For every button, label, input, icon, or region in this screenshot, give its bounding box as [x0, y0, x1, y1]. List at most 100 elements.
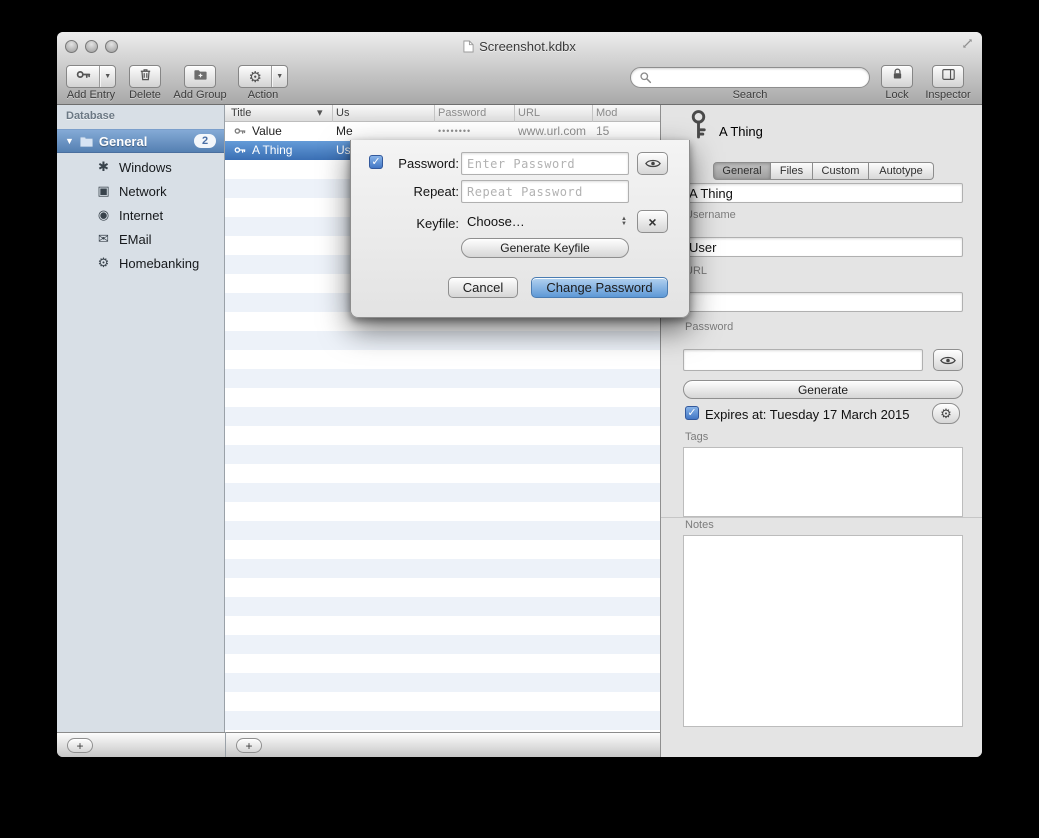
- column-divider[interactable]: [434, 105, 435, 122]
- windows-icon: ✱: [96, 159, 111, 175]
- search-label: Search: [705, 89, 795, 101]
- sidebar-group-label: General: [99, 134, 147, 149]
- repeat-label: Repeat:: [385, 184, 459, 199]
- cancel-button[interactable]: Cancel: [448, 277, 518, 298]
- password-field[interactable]: [683, 349, 923, 371]
- resize-icon[interactable]: [961, 37, 974, 55]
- add-entry-button[interactable]: ▼: [66, 65, 116, 88]
- eye-icon: [645, 158, 661, 169]
- password-input[interactable]: [461, 152, 629, 175]
- gear-icon: ⚙: [239, 68, 271, 86]
- column-header-username[interactable]: Us: [336, 105, 349, 121]
- table-row[interactable]: Value Me •••••••• www.url.com 15: [225, 122, 660, 141]
- sidebar-item-homebanking[interactable]: ⚙Homebanking: [57, 251, 224, 275]
- network-icon: ▣: [96, 183, 111, 199]
- key-icon: [67, 67, 99, 87]
- check-icon: ✓: [371, 157, 380, 168]
- search-input[interactable]: [657, 71, 861, 85]
- generate-label: Generate: [798, 383, 848, 397]
- check-icon: ✓: [687, 408, 696, 419]
- window-header: Screenshot.kdbx ▼ Add Entry Delete: [57, 32, 982, 105]
- key-icon: [234, 125, 246, 137]
- gear-icon: ⚙: [940, 406, 952, 422]
- tab-files[interactable]: Files: [771, 162, 813, 180]
- inspector-button[interactable]: [932, 65, 964, 88]
- username-label: Username: [685, 209, 736, 221]
- show-password-button[interactable]: [637, 152, 668, 175]
- add-group-plus-button[interactable]: +: [67, 738, 93, 753]
- sidebar-item-windows[interactable]: ✱ Windows: [57, 155, 224, 179]
- tab-custom[interactable]: Custom: [813, 162, 869, 180]
- envelope-icon: ✉: [96, 231, 111, 247]
- column-divider[interactable]: [592, 105, 593, 122]
- sort-indicator-icon: ▾: [317, 105, 323, 121]
- plus-icon: +: [245, 739, 252, 753]
- expires-options-button[interactable]: ⚙: [932, 403, 960, 424]
- folder-plus-icon: [193, 67, 208, 87]
- sidebar-item-label: EMail: [119, 232, 152, 247]
- cell-username: Us: [336, 141, 351, 160]
- cancel-label: Cancel: [463, 280, 503, 295]
- lock-button[interactable]: [881, 65, 913, 88]
- sidebar-item-label: Internet: [119, 208, 163, 223]
- delete-button[interactable]: [129, 65, 161, 88]
- tab-general[interactable]: General: [713, 162, 771, 180]
- sidebar-group-general[interactable]: ▼ General 2: [57, 129, 224, 153]
- column-header-password[interactable]: Password: [438, 105, 486, 121]
- lock-icon: [891, 67, 904, 86]
- clear-keyfile-button[interactable]: ×: [637, 210, 668, 233]
- change-password-sheet: ✓ Password: Repeat: Keyfile: Choose… ▲▼ …: [350, 140, 690, 318]
- column-divider[interactable]: [332, 105, 333, 122]
- url-field[interactable]: [683, 292, 963, 312]
- cell-modified: 15: [596, 122, 609, 141]
- generate-password-button[interactable]: Generate: [683, 380, 963, 399]
- sidebar-item-label: Windows: [119, 160, 172, 175]
- password-checkbox[interactable]: ✓: [369, 155, 383, 169]
- search-icon: [639, 71, 652, 84]
- sidebar-item-email[interactable]: ✉ EMail: [57, 227, 224, 251]
- section-divider: [661, 517, 982, 518]
- notes-label: Notes: [685, 519, 714, 531]
- column-divider[interactable]: [514, 105, 515, 122]
- add-group-button[interactable]: [184, 65, 216, 88]
- action-button[interactable]: ⚙ ▼: [238, 65, 288, 88]
- sidebar-item-internet[interactable]: ◉ Internet: [57, 203, 224, 227]
- inspector-panel: A Thing General Files Custom Autotype Us…: [660, 105, 982, 757]
- keyfile-popup[interactable]: Choose… ▲▼: [461, 210, 633, 233]
- eye-icon: [940, 355, 956, 366]
- column-header-modified[interactable]: Mod: [596, 105, 617, 121]
- inspector-tabs: General Files Custom Autotype: [713, 162, 934, 180]
- repeat-input[interactable]: [461, 180, 629, 203]
- cell-title: A Thing: [252, 141, 292, 160]
- gear-icon: ⚙: [96, 255, 111, 271]
- generate-keyfile-button[interactable]: Generate Keyfile: [461, 238, 629, 258]
- title-field[interactable]: [683, 183, 963, 203]
- app-window: Screenshot.kdbx ▼ Add Entry Delete: [57, 32, 982, 757]
- generate-keyfile-label: Generate Keyfile: [500, 241, 589, 255]
- document-icon: [463, 40, 474, 53]
- add-entry-plus-button[interactable]: +: [236, 738, 262, 753]
- change-password-button[interactable]: Change Password: [531, 277, 668, 298]
- window-title: Screenshot.kdbx: [479, 39, 576, 54]
- panel-icon: [941, 68, 956, 86]
- password-label: Password: [685, 321, 733, 333]
- pane-divider: [225, 732, 226, 757]
- column-header-url[interactable]: URL: [518, 105, 540, 121]
- show-password-button[interactable]: [933, 349, 963, 371]
- tab-autotype[interactable]: Autotype: [869, 162, 934, 180]
- key-icon: [234, 144, 246, 156]
- globe-icon: ◉: [96, 207, 111, 223]
- search-field[interactable]: [630, 67, 870, 88]
- disclosure-triangle-icon[interactable]: ▼: [65, 136, 74, 146]
- tags-input[interactable]: [683, 447, 963, 517]
- sidebar: Database ▼ General 2 ✱Windows ▣Network ◉…: [57, 105, 225, 732]
- sidebar-item-network[interactable]: ▣Network: [57, 179, 224, 203]
- entry-count-badge: 2: [194, 134, 216, 148]
- tags-label: Tags: [685, 431, 708, 443]
- notes-input[interactable]: [683, 535, 963, 727]
- expires-checkbox[interactable]: ✓: [685, 406, 699, 420]
- entry-list-header: Title ▾ Us Password URL Mod: [225, 105, 660, 122]
- username-field[interactable]: [683, 237, 963, 257]
- keyfile-value: Choose…: [467, 214, 525, 229]
- column-header-title[interactable]: Title: [231, 105, 251, 121]
